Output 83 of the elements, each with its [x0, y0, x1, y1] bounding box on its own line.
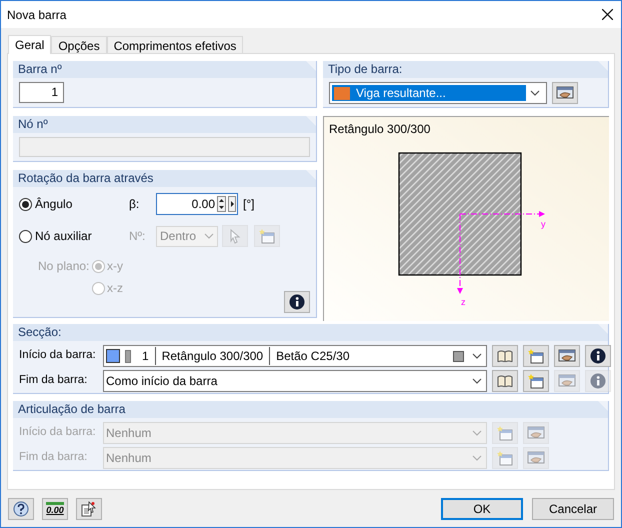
member-number-field[interactable]: 1 [19, 82, 64, 103]
plane-option-label: x-z [107, 280, 123, 297]
arrow-right-icon[interactable] [228, 196, 236, 212]
edit-type-button[interactable] [552, 82, 578, 104]
hand-card-icon [558, 349, 576, 363]
chevron-icon [204, 233, 214, 239]
book-icon [497, 350, 513, 362]
new-window-icon [497, 426, 513, 440]
help-icon [13, 500, 29, 516]
row-label: Fim da barra: [19, 373, 88, 388]
dialog-button[interactable]: OK [441, 498, 523, 520]
new-section-button[interactable] [523, 345, 549, 367]
radio-button[interactable] [19, 198, 32, 210]
hand-card-icon [527, 426, 545, 440]
new-window-icon [259, 228, 275, 244]
section-dropdown[interactable]: 1 Retângulo 300/300 Betão C25/30 [103, 345, 487, 367]
axis-label: y [541, 219, 546, 229]
section-name: Retângulo 300/300 [156, 347, 270, 365]
library-button[interactable] [492, 370, 518, 392]
tab[interactable]: Opções [51, 36, 107, 53]
radio-button[interactable] [92, 260, 105, 272]
node-number-field[interactable] [19, 137, 310, 157]
member-type-dropdown[interactable]: Viga resultante... [329, 82, 547, 104]
plane-label: No plano: [37, 258, 90, 275]
angle-value: 0.00 [192, 196, 215, 213]
info-icon [590, 373, 606, 389]
tab[interactable]: Comprimentos efetivos [106, 36, 244, 53]
edit-section-button[interactable] [554, 345, 580, 367]
info-icon [590, 348, 606, 364]
chevron-icon [472, 430, 482, 436]
section-header: Tipo de barra: [323, 61, 608, 78]
tab[interactable]: Geral [8, 35, 52, 54]
chevron-icon [472, 353, 482, 359]
angle-field[interactable]: 0.00 [156, 193, 238, 215]
section-header: Rotação da barra através [13, 170, 316, 187]
close-icon[interactable] [602, 9, 613, 20]
material-swatch-icon [453, 350, 464, 362]
new-section-button[interactable] [523, 370, 549, 392]
section-header: Articulação de barra [13, 401, 608, 418]
window-title: Nova barra [7, 6, 66, 24]
new-window-icon [528, 348, 544, 364]
section-header: Nó nº [13, 116, 316, 133]
section-dropdown[interactable]: Como início da barra [103, 370, 487, 392]
chevron-icon [472, 378, 482, 384]
new-window-icon [497, 450, 513, 466]
node-label: Nº: [129, 228, 146, 245]
option-label: Nó auxiliar [35, 228, 92, 245]
new-window-icon [528, 374, 544, 388]
radio-button[interactable] [19, 230, 32, 242]
spinner-icon[interactable] [217, 196, 226, 212]
export-button[interactable] [76, 498, 102, 520]
member-type-value: Viga resultante... [356, 85, 446, 102]
info-button[interactable] [284, 291, 310, 313]
info-button[interactable] [585, 345, 611, 367]
row-label: Início da barra: [19, 348, 97, 364]
row-label: Início da barra: [19, 425, 97, 440]
bar-swatch-icon [125, 350, 131, 362]
help-button[interactable] [8, 498, 34, 520]
axis-label: z [461, 297, 466, 307]
unit-label: [°] [243, 196, 254, 213]
hand-card-icon [556, 86, 574, 100]
preview-title: Retângulo 300/300 [329, 121, 432, 138]
chevron-icon [530, 90, 540, 96]
plane-option-label: x-y [107, 258, 123, 275]
units-button[interactable]: 0.00 [42, 498, 68, 520]
hand-card-icon [527, 451, 545, 465]
beta-label: β: [129, 196, 140, 213]
hand-card-icon [558, 374, 576, 388]
dialog-button[interactable]: Cancelar [532, 498, 614, 520]
section-header: Barra nº [13, 61, 316, 78]
section-number: 1 [142, 347, 156, 365]
section-value: Como início da barra [106, 373, 218, 390]
info-icon [289, 294, 305, 310]
book-icon [497, 375, 513, 387]
document-cursor-icon [81, 500, 97, 516]
chevron-icon [472, 455, 482, 461]
row-label: Fim da barra: [19, 450, 88, 466]
section-header: Secção: [13, 324, 608, 341]
material-name: Betão C25/30 [275, 348, 350, 365]
library-button[interactable] [492, 345, 518, 367]
option-label: Ângulo [35, 196, 72, 213]
radio-button[interactable] [92, 282, 105, 294]
cursor-icon [228, 228, 242, 244]
